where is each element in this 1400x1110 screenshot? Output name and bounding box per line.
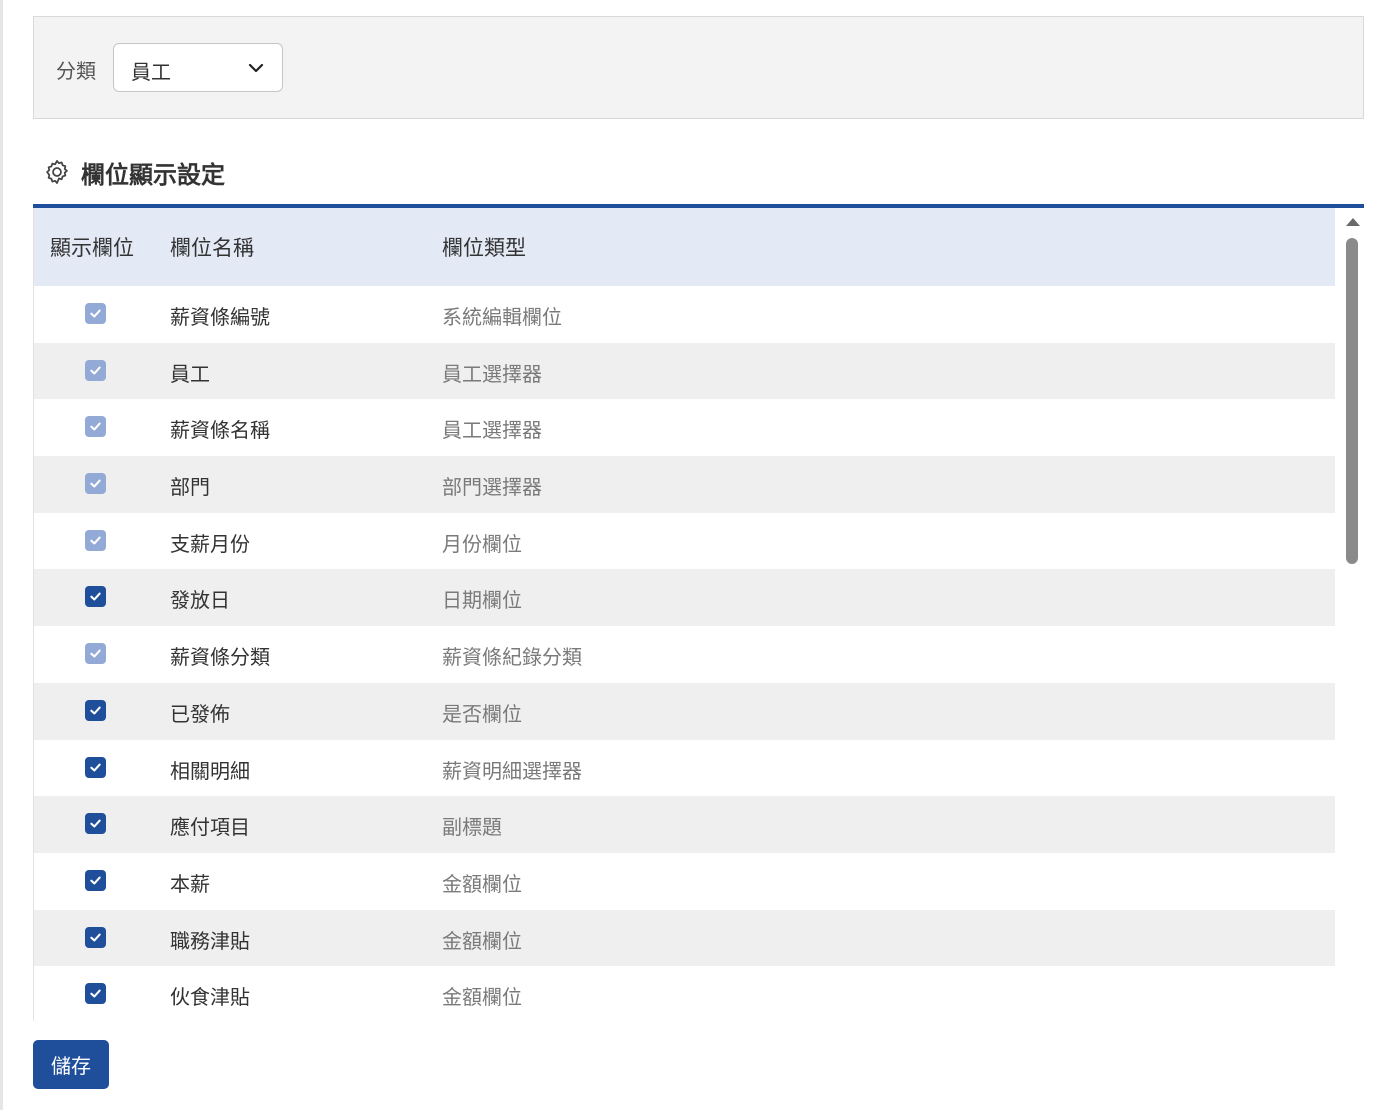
show-field-checkbox <box>85 473 106 495</box>
show-field-checkbox[interactable] <box>85 869 106 891</box>
field-name: 本薪 <box>170 871 210 896</box>
table-row: 發放日 日期欄位 <box>34 569 1335 627</box>
field-name: 相關明細 <box>170 758 250 783</box>
field-type: 薪資條紀錄分類 <box>442 645 582 670</box>
field-name: 部門 <box>170 475 210 500</box>
field-type: 員工選擇器 <box>442 361 542 386</box>
show-field-checkbox[interactable] <box>85 699 106 721</box>
field-name: 薪資條分類 <box>170 645 270 670</box>
category-label: 分類 <box>56 59 96 83</box>
field-type: 系統編輯欄位 <box>442 305 562 329</box>
show-field-checkbox <box>85 303 106 324</box>
table-row: 已發佈 是否欄位 <box>34 682 1335 740</box>
section-title: 欄位顯示設定 <box>81 160 225 189</box>
field-type: 部門選擇器 <box>442 475 542 500</box>
category-select-value: 員工 <box>131 60 171 84</box>
field-name: 伙食津貼 <box>170 985 250 1010</box>
table-row: 員工 員工選擇器 <box>34 342 1335 400</box>
table-row: 伙食津貼 金額欄位 <box>34 966 1335 1021</box>
table-row: 薪資條名稱 員工選擇器 <box>34 399 1335 457</box>
field-type: 月份欄位 <box>442 531 522 556</box>
field-type: 是否欄位 <box>442 701 522 726</box>
filter-bar: 分類 員工 <box>33 16 1364 119</box>
check-icon <box>90 536 101 545</box>
field-type: 副標題 <box>442 815 502 840</box>
check-icon <box>90 989 101 998</box>
show-field-checkbox <box>85 643 106 665</box>
show-field-checkbox[interactable] <box>85 813 106 835</box>
check-icon <box>90 649 101 658</box>
field-type: 金額欄位 <box>442 928 522 953</box>
section-header: 欄位顯示設定 <box>43 156 225 189</box>
page-left-border <box>0 0 3 1110</box>
table-row: 薪資條分類 薪資條紀錄分類 <box>34 626 1335 683</box>
show-field-checkbox <box>85 359 106 381</box>
field-type: 金額欄位 <box>442 871 522 896</box>
check-icon <box>90 763 101 771</box>
column-header-show: 顯示欄位 <box>50 236 134 260</box>
check-icon <box>90 706 101 715</box>
category-select[interactable]: 員工 <box>113 43 283 92</box>
check-icon <box>90 876 101 885</box>
table-row: 部門 部門選擇器 <box>34 456 1335 513</box>
table-row: 支薪月份 月份欄位 <box>34 512 1335 570</box>
field-name: 薪資條名稱 <box>170 418 270 443</box>
table-header: 顯示欄位 欄位名稱 欄位類型 <box>34 208 1335 286</box>
show-field-checkbox[interactable] <box>85 983 106 1005</box>
column-header-name: 欄位名稱 <box>170 236 254 260</box>
check-icon <box>90 819 101 828</box>
check-icon <box>90 309 101 318</box>
table-row: 薪資條編號 系統編輯欄位 <box>34 286 1335 343</box>
field-type: 薪資明細選擇器 <box>442 758 582 783</box>
field-name: 發放日 <box>170 588 230 613</box>
check-icon <box>90 479 101 488</box>
table-body-area: 顯示欄位 欄位名稱 欄位類型 薪資條編號 系統編輯欄位 員工 員工選擇器 薪資條名稱 員工… <box>33 208 1335 1021</box>
gear-icon <box>46 160 68 184</box>
check-icon <box>90 366 101 375</box>
show-field-checkbox <box>85 416 106 438</box>
scroll-up-arrow-icon[interactable] <box>1346 218 1360 226</box>
vertical-scrollbar[interactable] <box>1338 208 1364 1021</box>
show-field-checkbox <box>85 529 106 551</box>
field-type: 員工選擇器 <box>442 418 542 443</box>
save-button[interactable]: 儲存 <box>33 1040 109 1089</box>
column-header-type: 欄位類型 <box>442 236 526 260</box>
table-row: 相關明細 薪資明細選擇器 <box>34 739 1335 797</box>
field-name: 應付項目 <box>170 815 250 840</box>
field-settings-table: 顯示欄位 欄位名稱 欄位類型 薪資條編號 系統編輯欄位 員工 員工選擇器 薪資條名稱 員工… <box>33 204 1364 1021</box>
chevron-down-icon <box>248 63 264 73</box>
check-icon <box>90 592 101 601</box>
check-icon <box>90 933 101 942</box>
check-icon <box>90 422 101 431</box>
show-field-checkbox[interactable] <box>85 586 106 608</box>
field-type: 金額欄位 <box>442 985 522 1010</box>
field-name: 員工 <box>170 361 210 386</box>
show-field-checkbox[interactable] <box>85 926 106 948</box>
table-row: 職務津貼 金額欄位 <box>34 909 1335 967</box>
table-row: 本薪 金額欄位 <box>34 852 1335 910</box>
table-row: 應付項目 副標題 <box>34 796 1335 853</box>
field-name: 薪資條編號 <box>170 305 270 329</box>
field-name: 已發佈 <box>170 701 230 726</box>
scroll-thumb[interactable] <box>1346 238 1358 564</box>
field-type: 日期欄位 <box>442 588 522 613</box>
field-name: 職務津貼 <box>170 928 250 953</box>
show-field-checkbox[interactable] <box>85 756 106 778</box>
table-rows: 薪資條編號 系統編輯欄位 員工 員工選擇器 薪資條名稱 員工選擇器 部門 部門選擇器 支薪月份月… <box>34 286 1335 1021</box>
field-name: 支薪月份 <box>170 531 250 556</box>
